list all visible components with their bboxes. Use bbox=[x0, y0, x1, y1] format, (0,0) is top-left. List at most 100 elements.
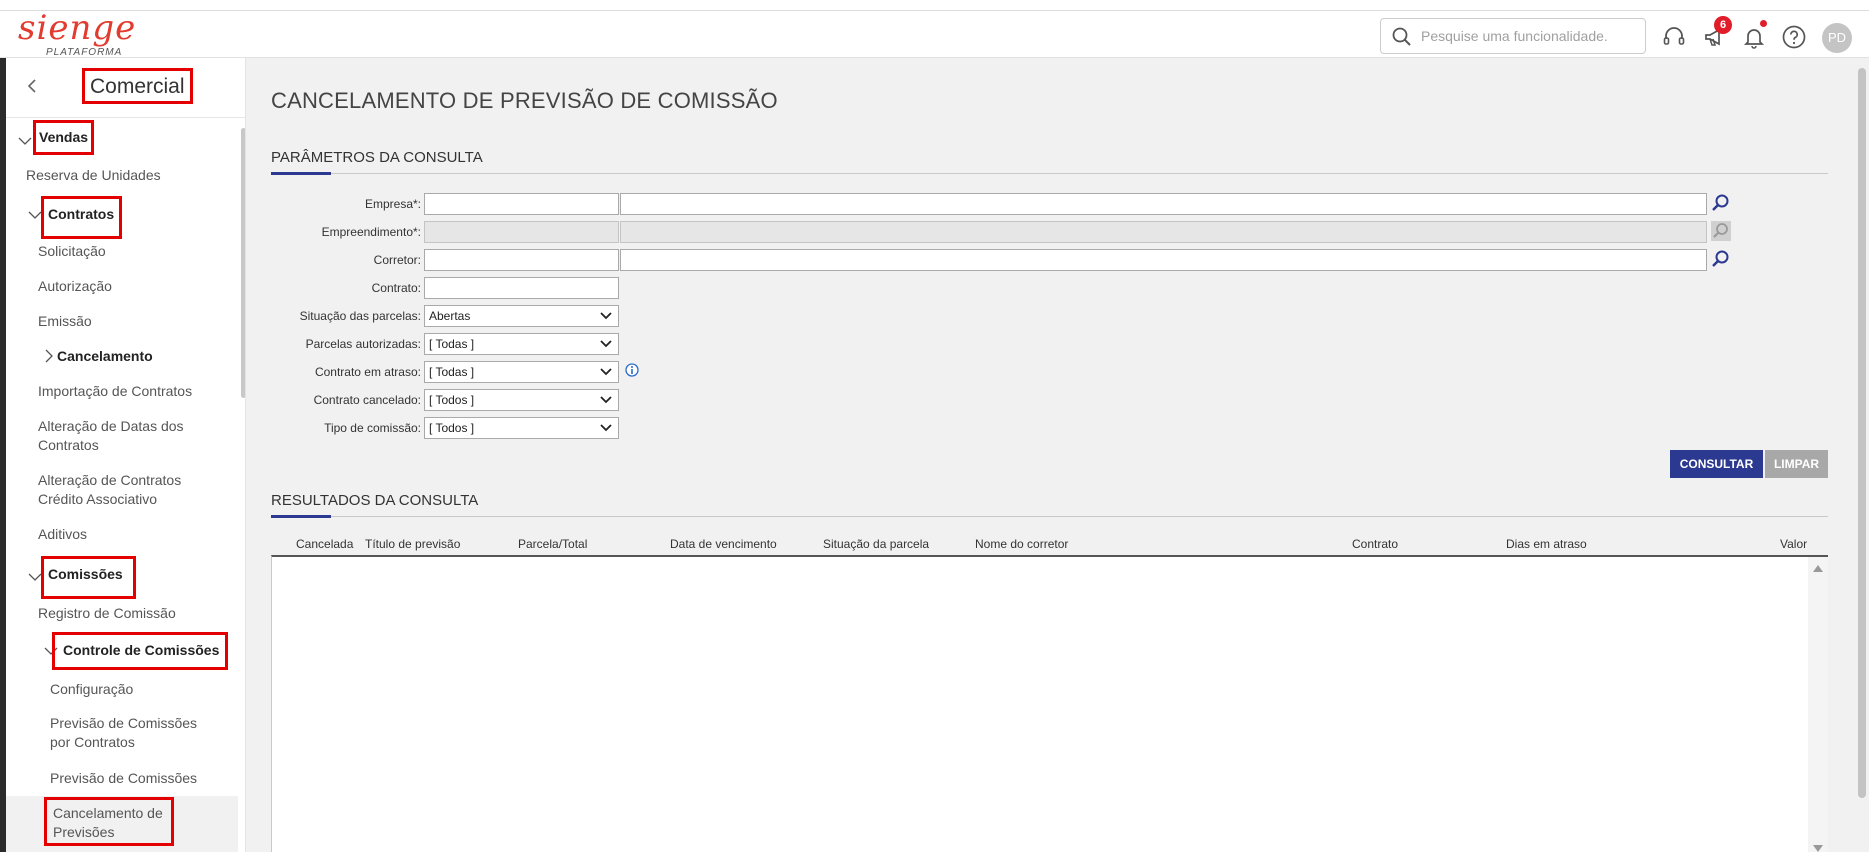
sidebar-title: Comercial bbox=[82, 68, 193, 104]
column-header-dias-atraso[interactable]: Dias em atraso bbox=[1506, 537, 1587, 551]
alert-dot bbox=[1760, 20, 1767, 27]
headset-icon[interactable] bbox=[1661, 24, 1687, 50]
sidebar-item-comissoes[interactable]: Comissões bbox=[41, 556, 136, 599]
sidebar-item-previsao-contratos[interactable]: Previsão de Comissões por Contratos bbox=[50, 714, 197, 752]
search-input[interactable] bbox=[1421, 25, 1635, 47]
notification-badge: 6 bbox=[1714, 16, 1732, 34]
sidebar-item-emissao[interactable]: Emissão bbox=[38, 312, 92, 331]
tipo-comissao-select[interactable]: [ Todos ] bbox=[424, 417, 619, 439]
top-bar: sienge PLATAFORMA 6 PD bbox=[0, 0, 1869, 58]
sidebar-item-contratos[interactable]: Contratos bbox=[41, 196, 123, 239]
logo-subtext: PLATAFORMA bbox=[46, 47, 123, 58]
situacao-label: Situação das parcelas: bbox=[299, 309, 421, 323]
sidebar-item-cancelamento-previsoes[interactable]: Cancelamento de Previsões bbox=[44, 797, 174, 846]
results-table bbox=[271, 555, 1828, 852]
chevron-down-icon bbox=[600, 424, 612, 432]
sidebar-item-registro[interactable]: Registro de Comissão bbox=[38, 604, 176, 623]
search-icon[interactable] bbox=[1711, 193, 1731, 213]
back-arrow-icon[interactable] bbox=[22, 76, 42, 96]
sidebar-item-label: Previsão de Comissões bbox=[50, 715, 198, 731]
table-scrollbar[interactable] bbox=[1808, 557, 1828, 852]
contrato-cancelado-label: Contrato cancelado: bbox=[313, 393, 421, 407]
search-box[interactable] bbox=[1380, 18, 1646, 54]
sidebar-item-alteracao-credito[interactable]: Alteração de Contratos Crédito Associati… bbox=[38, 471, 181, 509]
contrato-cancelado-select[interactable]: [ Todos ] bbox=[424, 389, 619, 411]
help-icon[interactable] bbox=[1781, 24, 1807, 50]
parcelas-autorizadas-label: Parcelas autorizadas: bbox=[305, 337, 421, 351]
section-accent bbox=[271, 172, 331, 175]
sidebar-item-autorizacao[interactable]: Autorização bbox=[38, 277, 112, 296]
contrato-atraso-select[interactable]: [ Todas ] bbox=[424, 361, 619, 383]
avatar[interactable]: PD bbox=[1822, 23, 1852, 53]
column-header-situacao[interactable]: Situação da parcela bbox=[823, 537, 929, 551]
sidebar-scrollbar[interactable] bbox=[241, 128, 245, 398]
sidebar: Comercial Vendas Reserva de Unidades Con… bbox=[0, 58, 246, 852]
sidebar-item-label: Alteração de Datas dos bbox=[38, 418, 184, 434]
sidebar-item-aditivos[interactable]: Aditivos bbox=[38, 525, 87, 544]
chevron-down-icon bbox=[600, 368, 612, 376]
page-title: CANCELAMENTO DE PREVISÃO DE COMISSÃO bbox=[271, 88, 778, 113]
page-scrollbar-thumb[interactable] bbox=[1858, 68, 1866, 798]
contrato-input[interactable] bbox=[424, 277, 619, 299]
column-header-cancelada[interactable]: Cancelada bbox=[296, 537, 353, 551]
tipo-comissao-value: [ Todos ] bbox=[429, 421, 475, 435]
sidebar-item-importacao[interactable]: Importação de Contratos bbox=[38, 382, 192, 401]
contrato-atraso-value: [ Todas ] bbox=[429, 365, 475, 379]
chevron-down-icon bbox=[600, 312, 612, 320]
corretor-code-input[interactable] bbox=[424, 249, 619, 271]
column-header-vencimento[interactable]: Data de vencimento bbox=[670, 537, 777, 551]
chevron-down-icon bbox=[600, 340, 612, 348]
corretor-label: Corretor: bbox=[373, 253, 421, 267]
empresa-name-input[interactable] bbox=[620, 193, 1707, 215]
chevron-down-icon[interactable] bbox=[28, 570, 42, 584]
sidebar-header: Comercial bbox=[6, 58, 245, 118]
logo-text: sienge bbox=[18, 8, 137, 48]
contrato-atraso-label: Contrato em atraso: bbox=[314, 365, 421, 379]
contrato-label: Contrato: bbox=[371, 281, 421, 295]
column-header-valor[interactable]: Valor bbox=[1780, 537, 1807, 551]
sidebar-item-label: Crédito Associativo bbox=[38, 491, 158, 507]
column-header-parcela[interactable]: Parcela/Total bbox=[518, 537, 587, 551]
sidebar-item-label: Alteração de Contratos bbox=[38, 472, 182, 488]
bell-icon[interactable] bbox=[1741, 24, 1767, 50]
sidebar-item-label: Contratos bbox=[38, 437, 99, 453]
sienge-logo[interactable]: sienge PLATAFORMA bbox=[18, 8, 135, 58]
column-header-titulo[interactable]: Título de previsão bbox=[365, 537, 460, 551]
chevron-right-icon[interactable] bbox=[42, 349, 56, 363]
scroll-down-icon[interactable] bbox=[1813, 845, 1823, 852]
sidebar-item-controle[interactable]: Controle de Comissões bbox=[52, 632, 229, 670]
info-icon[interactable] bbox=[625, 363, 639, 377]
limpar-button[interactable]: LIMPAR bbox=[1765, 450, 1828, 478]
sidebar-item-solicitacao[interactable]: Solicitação bbox=[38, 242, 106, 261]
column-header-contrato[interactable]: Contrato bbox=[1352, 537, 1398, 551]
chevron-down-icon bbox=[600, 396, 612, 404]
page-scrollbar[interactable] bbox=[1855, 58, 1869, 852]
situacao-select[interactable]: Abertas bbox=[424, 305, 619, 327]
sidebar-item-vendas[interactable]: Vendas bbox=[33, 120, 95, 155]
chevron-down-icon[interactable] bbox=[18, 134, 32, 148]
section-accent bbox=[271, 515, 331, 518]
divider bbox=[271, 173, 1828, 174]
tipo-comissao-label: Tipo de comissão: bbox=[324, 421, 421, 435]
params-section-title: PARÂMETROS DA CONSULTA bbox=[271, 149, 483, 166]
sidebar-item-alteracao-datas[interactable]: Alteração de Datas dos Contratos bbox=[38, 417, 184, 455]
consultar-button[interactable]: CONSULTAR bbox=[1670, 450, 1763, 478]
sidebar-item-configuracao[interactable]: Configuração bbox=[50, 680, 133, 699]
scroll-up-icon[interactable] bbox=[1813, 565, 1823, 572]
search-icon bbox=[1711, 221, 1731, 241]
empresa-code-input[interactable] bbox=[424, 193, 619, 215]
chevron-down-icon[interactable] bbox=[28, 208, 42, 222]
contrato-cancelado-value: [ Todos ] bbox=[429, 393, 475, 407]
sidebar-item-cancelamento[interactable]: Cancelamento bbox=[57, 347, 153, 366]
parcelas-autorizadas-select[interactable]: [ Todas ] bbox=[424, 333, 619, 355]
column-header-corretor[interactable]: Nome do corretor bbox=[975, 537, 1068, 551]
situacao-value: Abertas bbox=[429, 309, 471, 323]
sidebar-item-reserva[interactable]: Reserva de Unidades bbox=[26, 166, 161, 185]
results-section-title: RESULTADOS DA CONSULTA bbox=[271, 492, 479, 509]
corretor-name-input[interactable] bbox=[620, 249, 1707, 271]
search-icon[interactable] bbox=[1711, 249, 1731, 269]
empresa-label: Empresa*: bbox=[364, 197, 421, 211]
sidebar-item-previsao-comissoes[interactable]: Previsão de Comissões bbox=[50, 769, 197, 788]
sidebar-item-label: Previsões bbox=[53, 824, 115, 840]
divider bbox=[271, 516, 1828, 517]
